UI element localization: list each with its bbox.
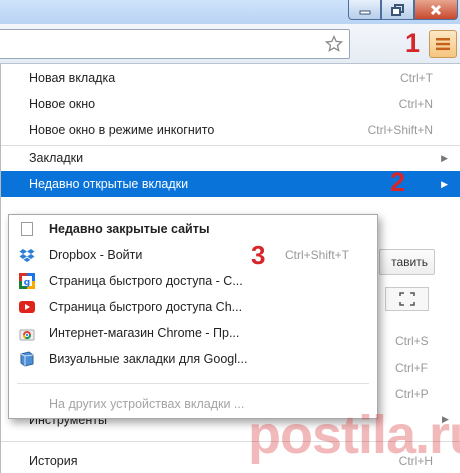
dropbox-icon	[19, 249, 35, 262]
menu-item-label: Новое окно в режиме инкогнито	[29, 123, 215, 137]
menu-item-new-tab[interactable]: Новая вкладка Ctrl+T	[1, 65, 460, 91]
annotation-step-3: 3	[251, 240, 266, 270]
chrome-store-icon	[19, 329, 35, 341]
menu-item-recent-tabs[interactable]: Недавно открытые вкладки 2 ▶	[1, 167, 460, 197]
submenu-arrow-icon: ▶	[441, 178, 448, 189]
recent-tabs-submenu: Недавно закрытые сайты Dropbox - Войти C…	[8, 214, 378, 419]
recent-tab-shortcut: Ctrl+Shift+T	[284, 248, 349, 262]
annotation-step-1: 1	[405, 28, 421, 58]
recent-tab-item[interactable]: Страница быстрого доступа Ch...	[9, 294, 377, 320]
close-icon	[430, 4, 442, 15]
restore-button[interactable]	[381, 0, 414, 20]
page-icon	[21, 222, 33, 236]
menu-item-label: История	[29, 454, 78, 468]
menu-item-shortcut: Ctrl+Shift+N	[367, 123, 433, 137]
recent-tab-item[interactable]: Интернет-магазин Chrome - Пр...	[9, 320, 377, 346]
submenu-header-label: Недавно закрытые сайты	[49, 222, 210, 236]
google-icon: g	[19, 273, 35, 289]
annotation-step-2: 2	[390, 167, 406, 197]
save-shortcut: Ctrl+S	[395, 334, 429, 348]
recently-closed-header: Недавно закрытые сайты	[9, 216, 377, 242]
hamburger-menu-icon	[436, 38, 450, 51]
chrome-menu-button[interactable]	[429, 30, 457, 58]
recent-tab-label: Интернет-магазин Chrome - Пр...	[49, 326, 240, 340]
svg-text:g: g	[24, 278, 30, 288]
watermark-logo: postila.ru	[248, 405, 460, 465]
menu-item-label: Новая вкладка	[29, 71, 116, 85]
menu-item-label: Новое окно	[29, 97, 96, 111]
recent-tab-label: Dropbox - Войти	[49, 248, 143, 262]
minimize-button[interactable]	[348, 0, 381, 20]
menu-item-label: Недавно открытые вкладки	[29, 177, 189, 191]
menu-item-new-window[interactable]: Новое окно Ctrl+N	[1, 91, 460, 117]
minimize-icon	[359, 10, 370, 14]
fullscreen-button[interactable]	[385, 287, 429, 311]
restore-session-label: тавить	[391, 255, 428, 269]
submenu-arrow-icon: ▶	[441, 152, 448, 163]
submenu-divider	[17, 383, 369, 384]
recent-tab-item[interactable]: Dropbox - Войти Ctrl+Shift+T 3	[9, 240, 377, 270]
fullscreen-icon	[399, 292, 415, 306]
recent-tab-item[interactable]: g Страница быстрого доступа - С...	[9, 268, 377, 294]
menu-item-shortcut: Ctrl+N	[398, 97, 433, 111]
other-devices-label: На других устройствах вкладки ...	[49, 397, 245, 411]
visual-bookmarks-icon	[20, 351, 34, 367]
address-bar[interactable]	[0, 29, 350, 59]
find-shortcut: Ctrl+F	[395, 361, 428, 375]
star-icon[interactable]	[325, 35, 343, 53]
recent-tab-item[interactable]: Визуальные закладки для Googl...	[9, 346, 377, 372]
print-shortcut: Ctrl+P	[395, 387, 429, 401]
menu-item-shortcut: Ctrl+T	[400, 71, 433, 85]
recent-tab-label: Страница быстрого доступа - С...	[49, 274, 243, 288]
window-titlebar	[0, 0, 460, 24]
recent-tab-label: Страница быстрого доступа Ch...	[49, 300, 243, 314]
close-button[interactable]	[414, 0, 458, 20]
window-controls	[348, 0, 458, 20]
restore-session-button[interactable]: тавить	[379, 249, 435, 275]
restore-icon	[390, 3, 404, 16]
youtube-icon	[19, 301, 35, 313]
recent-tab-label: Визуальные закладки для Googl...	[49, 352, 248, 366]
menu-item-incognito-window[interactable]: Новое окно в режиме инкогнито Ctrl+Shift…	[1, 117, 460, 143]
browser-toolbar: 1	[0, 24, 460, 64]
menu-item-label: Закладки	[29, 151, 84, 165]
